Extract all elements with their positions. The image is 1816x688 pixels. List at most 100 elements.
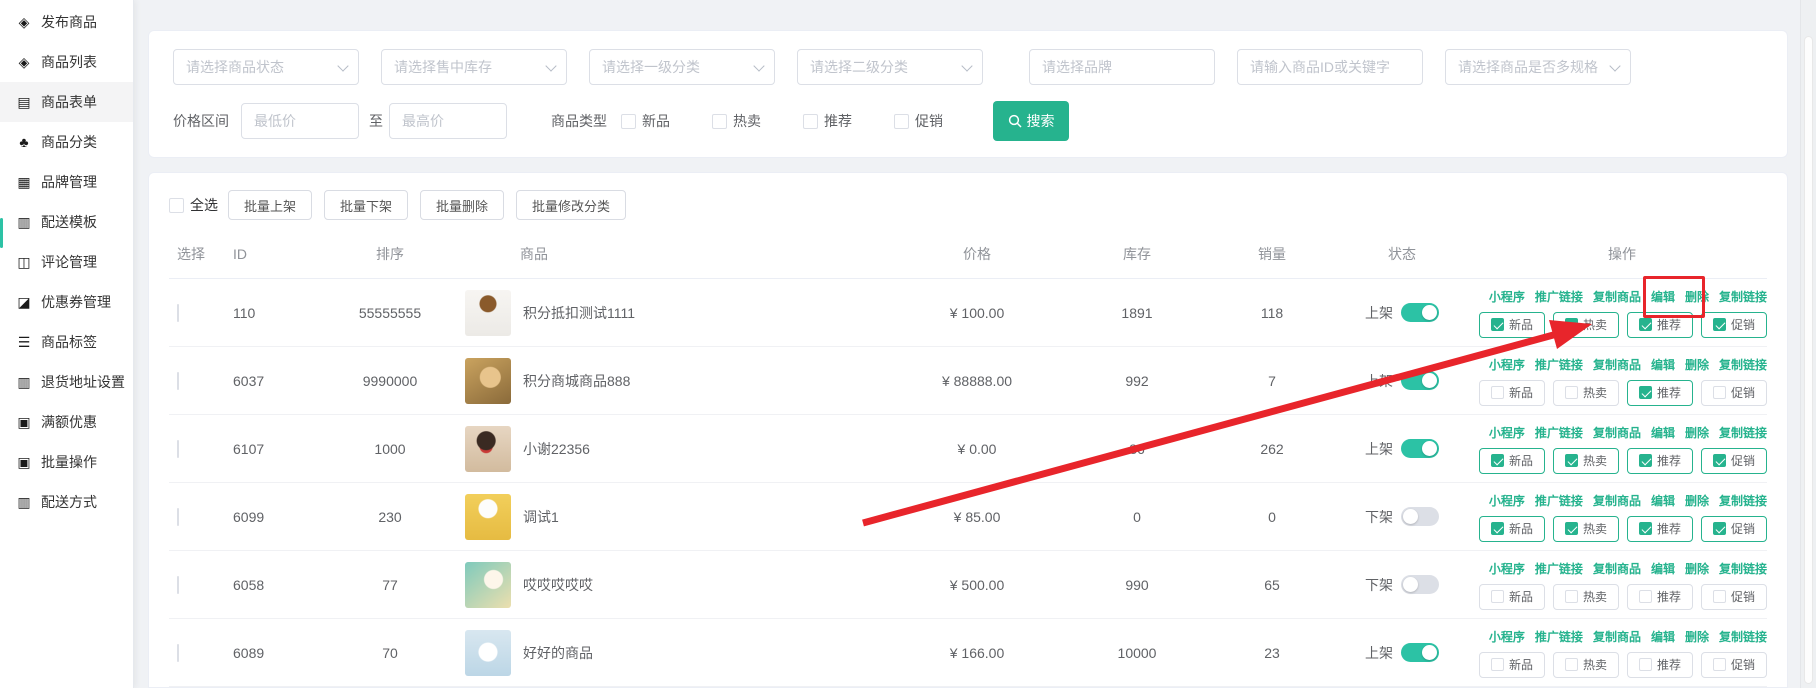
batch-button-1[interactable]: 批量下架	[324, 190, 408, 220]
action-link-copy-product[interactable]: 复制商品	[1593, 356, 1641, 373]
action-link-mini-program[interactable]: 小程序	[1489, 560, 1525, 577]
action-link-edit[interactable]: 编辑	[1651, 628, 1675, 645]
action-link-mini-program[interactable]: 小程序	[1489, 628, 1525, 645]
tag-button-recommend[interactable]: 推荐	[1627, 448, 1693, 474]
sidebar-item-5[interactable]: ▥配送模板	[0, 202, 133, 242]
type-checkbox-3[interactable]: 促销	[894, 111, 943, 131]
filter-input-4[interactable]	[1029, 49, 1215, 85]
filter-select-3[interactable]	[797, 49, 983, 85]
sidebar-item-2[interactable]: ▤商品表单	[0, 82, 133, 122]
tag-button-hot[interactable]: 热卖	[1553, 516, 1619, 542]
search-button[interactable]: 搜索	[993, 101, 1069, 141]
action-link-copy-product[interactable]: 复制商品	[1593, 288, 1641, 305]
action-link-promo-link[interactable]: 推广链接	[1535, 356, 1583, 373]
tag-button-recommend[interactable]: 推荐	[1627, 516, 1693, 542]
action-link-copy-link[interactable]: 复制链接	[1719, 356, 1767, 373]
sidebar-item-0[interactable]: ◈发布商品	[0, 2, 133, 42]
type-checkbox-1[interactable]: 热卖	[712, 111, 761, 131]
action-link-copy-link[interactable]: 复制链接	[1719, 424, 1767, 441]
action-link-copy-link[interactable]: 复制链接	[1719, 628, 1767, 645]
action-link-promo-link[interactable]: 推广链接	[1535, 492, 1583, 509]
sidebar-item-3[interactable]: ♣商品分类	[0, 122, 133, 162]
row-checkbox[interactable]	[177, 576, 179, 594]
action-link-copy-link[interactable]: 复制链接	[1719, 560, 1767, 577]
row-checkbox[interactable]	[177, 372, 179, 390]
status-toggle[interactable]	[1401, 303, 1439, 322]
row-checkbox[interactable]	[177, 440, 179, 458]
sidebar-item-4[interactable]: ▦品牌管理	[0, 162, 133, 202]
action-link-edit[interactable]: 编辑	[1651, 424, 1675, 441]
filter-input-5[interactable]	[1237, 49, 1423, 85]
filter-select-0[interactable]	[173, 49, 359, 85]
action-link-mini-program[interactable]: 小程序	[1489, 288, 1525, 305]
min-price-input[interactable]	[241, 103, 359, 139]
sidebar-item-7[interactable]: ◪优惠券管理	[0, 282, 133, 322]
select-all-checkbox[interactable]: 全选	[169, 195, 218, 215]
tag-button-promo[interactable]: 促销	[1701, 312, 1767, 338]
tag-button-recommend[interactable]: 推荐	[1627, 380, 1693, 406]
action-link-copy-product[interactable]: 复制商品	[1593, 628, 1641, 645]
action-link-copy-link[interactable]: 复制链接	[1719, 288, 1767, 305]
tag-button-hot[interactable]: 热卖	[1553, 312, 1619, 338]
action-link-delete[interactable]: 删除	[1685, 424, 1709, 441]
action-link-promo-link[interactable]: 推广链接	[1535, 288, 1583, 305]
action-link-mini-program[interactable]: 小程序	[1489, 492, 1525, 509]
tag-button-promo[interactable]: 促销	[1701, 380, 1767, 406]
action-link-edit[interactable]: 编辑	[1651, 492, 1675, 509]
filter-select-6[interactable]	[1445, 49, 1631, 85]
sidebar-item-11[interactable]: ▣批量操作	[0, 442, 133, 482]
action-link-promo-link[interactable]: 推广链接	[1535, 424, 1583, 441]
tag-button-promo[interactable]: 促销	[1701, 584, 1767, 610]
tag-button-promo[interactable]: 促销	[1701, 448, 1767, 474]
status-toggle[interactable]	[1401, 439, 1439, 458]
batch-button-0[interactable]: 批量上架	[228, 190, 312, 220]
row-checkbox[interactable]	[177, 508, 179, 526]
sidebar-item-1[interactable]: ◈商品列表	[0, 42, 133, 82]
action-link-copy-product[interactable]: 复制商品	[1593, 424, 1641, 441]
filter-select-1[interactable]	[381, 49, 567, 85]
type-checkbox-0[interactable]: 新品	[621, 111, 670, 131]
tag-button-new[interactable]: 新品	[1479, 584, 1545, 610]
tag-button-new[interactable]: 新品	[1479, 516, 1545, 542]
tag-button-recommend[interactable]: 推荐	[1627, 652, 1693, 678]
tag-button-recommend[interactable]: 推荐	[1627, 584, 1693, 610]
tag-button-recommend[interactable]: 推荐	[1627, 312, 1693, 338]
action-link-delete[interactable]: 删除	[1685, 560, 1709, 577]
action-link-edit[interactable]: 编辑	[1651, 288, 1675, 305]
action-link-promo-link[interactable]: 推广链接	[1535, 560, 1583, 577]
sidebar-item-9[interactable]: ▥退货地址设置	[0, 362, 133, 402]
sidebar-item-10[interactable]: ▣满额优惠	[0, 402, 133, 442]
action-link-mini-program[interactable]: 小程序	[1489, 356, 1525, 373]
status-toggle[interactable]	[1401, 575, 1439, 594]
sidebar-item-6[interactable]: ◫评论管理	[0, 242, 133, 282]
action-link-delete[interactable]: 删除	[1685, 288, 1709, 305]
action-link-edit[interactable]: 编辑	[1651, 560, 1675, 577]
sidebar-item-8[interactable]: ☰商品标签	[0, 322, 133, 362]
tag-button-promo[interactable]: 促销	[1701, 516, 1767, 542]
tag-button-new[interactable]: 新品	[1479, 312, 1545, 338]
action-link-copy-link[interactable]: 复制链接	[1719, 492, 1767, 509]
max-price-input[interactable]	[389, 103, 507, 139]
status-toggle[interactable]	[1401, 371, 1439, 390]
tag-button-promo[interactable]: 促销	[1701, 652, 1767, 678]
batch-button-2[interactable]: 批量删除	[420, 190, 504, 220]
action-link-promo-link[interactable]: 推广链接	[1535, 628, 1583, 645]
action-link-mini-program[interactable]: 小程序	[1489, 424, 1525, 441]
batch-button-3[interactable]: 批量修改分类	[516, 190, 626, 220]
filter-select-2[interactable]	[589, 49, 775, 85]
action-link-delete[interactable]: 删除	[1685, 356, 1709, 373]
tag-button-hot[interactable]: 热卖	[1553, 448, 1619, 474]
action-link-delete[interactable]: 删除	[1685, 628, 1709, 645]
action-link-edit[interactable]: 编辑	[1651, 356, 1675, 373]
action-link-delete[interactable]: 删除	[1685, 492, 1709, 509]
action-link-copy-product[interactable]: 复制商品	[1593, 560, 1641, 577]
tag-button-hot[interactable]: 热卖	[1553, 380, 1619, 406]
tag-button-new[interactable]: 新品	[1479, 652, 1545, 678]
tag-button-new[interactable]: 新品	[1479, 380, 1545, 406]
action-link-copy-product[interactable]: 复制商品	[1593, 492, 1641, 509]
row-checkbox[interactable]	[177, 304, 179, 322]
scrollbar[interactable]	[1800, 0, 1816, 688]
sidebar-item-12[interactable]: ▥配送方式	[0, 482, 133, 522]
status-toggle[interactable]	[1401, 507, 1439, 526]
row-checkbox[interactable]	[177, 644, 179, 662]
